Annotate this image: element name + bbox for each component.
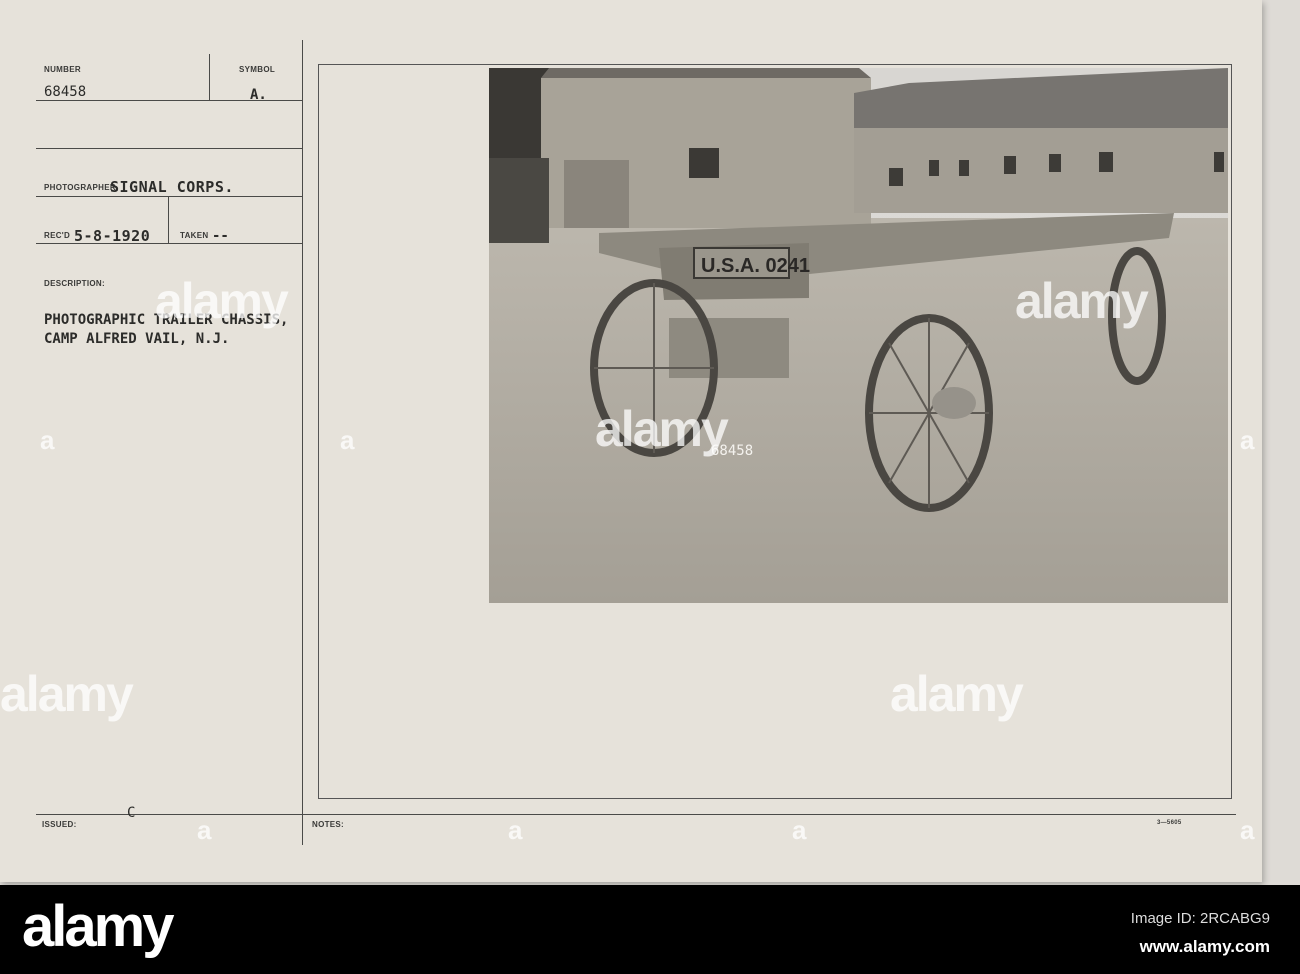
divider (209, 54, 210, 100)
photographer-label: PHOTOGRAPHER (44, 183, 116, 192)
description-label: DESCRIPTION: (44, 279, 105, 288)
watermark: a (340, 425, 355, 455)
divider (36, 243, 302, 244)
divider (36, 148, 302, 149)
photograph: U.S.A. 0241 68458 (489, 68, 1228, 603)
taken-value: -- (212, 228, 229, 244)
trailer-plate: U.S.A. 0241 (701, 255, 810, 277)
watermark: alamy (1015, 273, 1149, 329)
watermark: alamy (155, 273, 289, 329)
watermark: alamy (595, 401, 729, 457)
symbol-label: SYMBOL (239, 65, 276, 74)
watermark: alamy (0, 666, 134, 722)
issued-value: C (127, 805, 136, 821)
watermark: a (508, 815, 523, 845)
number-value: 68458 (44, 84, 87, 100)
divider (302, 40, 303, 845)
issued-label: ISSUED: (42, 820, 77, 829)
description-line: CAMP ALFRED VAIL, N.J. (44, 331, 230, 347)
footer-bar: alamy Image ID: 2RCABG9 www.alamy.com (0, 885, 1300, 974)
recd-label: REC'D (44, 231, 71, 240)
number-label: NUMBER (44, 65, 81, 74)
watermark: a (197, 815, 212, 845)
taken-label: TAKEN (180, 231, 209, 240)
alamy-logo[interactable]: alamy (22, 893, 174, 960)
watermark: alamy (890, 666, 1024, 722)
divider (36, 100, 302, 101)
divider (36, 196, 302, 197)
watermark: a (1240, 815, 1255, 845)
site-link[interactable]: www.alamy.com (1140, 937, 1270, 957)
image-id: Image ID: 2RCABG9 (1130, 910, 1270, 927)
form-number: 3—5605 (1157, 820, 1182, 826)
watermark: a (40, 425, 55, 455)
divider (36, 814, 1236, 815)
notes-label: NOTES: (312, 820, 345, 829)
photographer-value: SIGNAL CORPS. (110, 178, 234, 196)
watermark: a (792, 815, 807, 845)
watermark: a (1240, 425, 1255, 455)
divider (168, 196, 169, 243)
